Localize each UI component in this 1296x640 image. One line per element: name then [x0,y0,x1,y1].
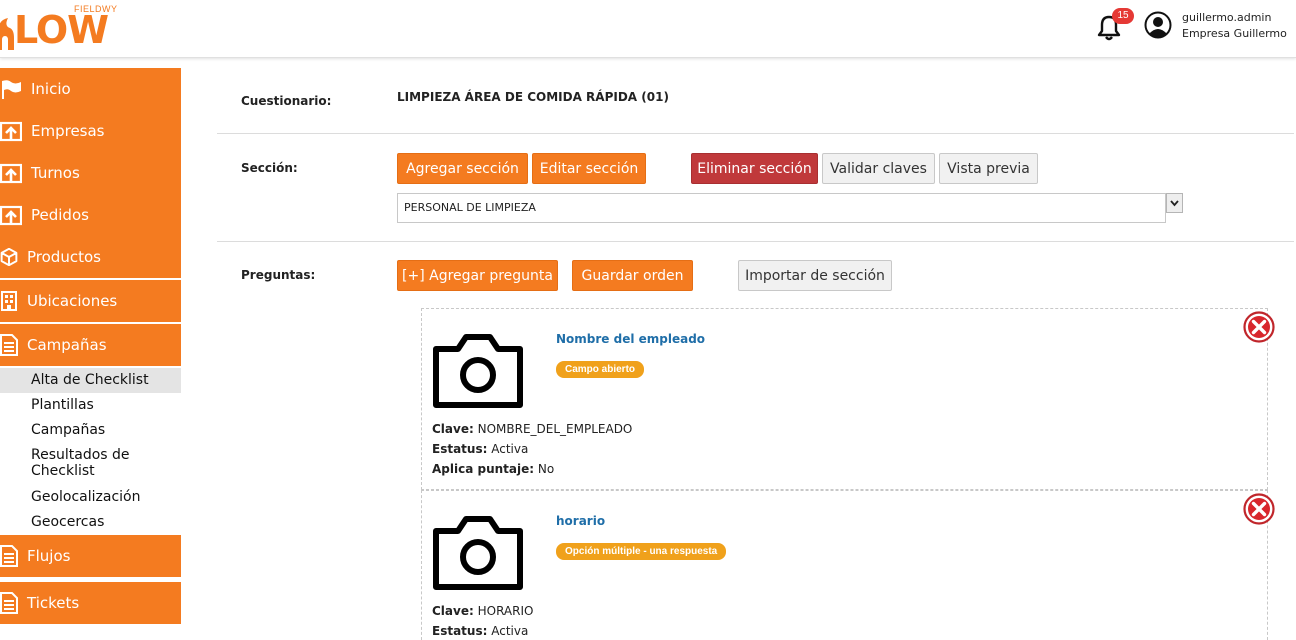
sidebar-item-productos[interactable]: Productos [0,236,181,278]
question-key-line: Clave: HORARIO [432,604,533,618]
sidebar-item-flujos[interactable]: Flujos [0,535,181,577]
question-status-line: Estatus: Activa [432,442,528,456]
status-label: Estatus: [432,442,488,456]
upload-box-icon [0,205,22,226]
upload-box-icon [0,121,22,142]
section-select[interactable]: PERSONAL DE LIMPIEZA [397,193,1166,223]
sidebar-item-inicio[interactable]: Inicio [0,68,181,110]
sidebar-item-label: Empresas [31,122,105,140]
preguntas-label: Preguntas: [241,268,316,282]
divider [217,241,1294,242]
sidebar-item-label: Pedidos [31,206,89,224]
building-icon [1,291,17,311]
camera-icon [433,334,523,408]
sidebar-item-tickets[interactable]: Tickets [0,582,181,624]
key-label: Clave: [432,604,474,618]
key-label: Clave: [432,422,474,436]
key-value: HORARIO [477,604,534,618]
submenu-item-plantillas[interactable]: Plantillas [0,393,181,418]
status-value: Activa [491,624,529,638]
top-header: FIELDWY LOW 15 guillermo.admin Empresa G… [0,0,1296,58]
sidebar-item-pedidos[interactable]: Pedidos [0,194,181,236]
user-name[interactable]: guillermo.admin [1182,11,1271,24]
submenu-item-geocercas[interactable]: Geocercas [0,510,181,535]
question-card[interactable]: horario Opción múltiple - una respuesta … [421,490,1275,640]
key-value: NOMBRE_DEL_EMPLEADO [477,422,633,436]
flag-icon [2,80,21,99]
sidebar-item-label: Flujos [27,547,71,565]
submenu-item-geolocalizacion[interactable]: Geolocalización [0,485,181,510]
sidebar-item-label: Turnos [31,164,80,182]
sidebar-item-label: Campañas [27,336,107,354]
divider [217,133,1294,134]
cuestionario-value: LIMPIEZA ÁREA DE COMIDA RÁPIDA (01) [397,90,669,104]
user-avatar-icon[interactable] [1144,11,1172,39]
camera-icon [433,516,523,590]
sidebar-item-label: Productos [27,248,101,266]
document-icon [0,592,18,614]
sidebar-item-campanas[interactable]: Campañas [0,324,181,366]
save-order-button[interactable]: Guardar orden [572,260,693,291]
score-value: No [537,462,555,476]
sidebar-item-label: Inicio [31,80,71,98]
sidebar-item-label: Ubicaciones [27,292,118,310]
section-select-arrow[interactable] [1166,193,1183,213]
sidebar-item-label: Tickets [27,594,80,612]
sidebar: Inicio Empresas Turnos Pedidos Productos… [0,58,181,632]
document-icon [0,545,18,567]
question-card[interactable]: Nombre del empleado Campo abierto Clave:… [421,308,1275,490]
delete-section-button[interactable]: Eliminar sección [691,153,818,184]
question-title[interactable]: Nombre del empleado [556,332,705,346]
status-value: Activa [491,442,529,456]
add-section-button[interactable]: Agregar sección [397,153,528,184]
add-question-button[interactable]: [+] Agregar pregunta [397,260,558,291]
edit-section-button[interactable]: Editar sección [532,153,646,184]
app-logo[interactable]: FIELDWY LOW [0,2,117,52]
notification-count-badge[interactable]: 15 [1112,8,1134,24]
user-company: Empresa Guillermo [1182,27,1287,40]
sidebar-item-turnos[interactable]: Turnos [0,152,181,194]
question-key-line: Clave: NOMBRE_DEL_EMPLEADO [432,422,632,436]
sidebar-item-empresas[interactable]: Empresas [0,110,181,152]
question-type-badge: Opción múltiple - una respuesta [556,543,727,560]
validate-keys-button[interactable]: Validar claves [822,153,935,184]
submenu-item-alta-de-checklist[interactable]: Alta de Checklist [0,368,181,393]
score-label: Aplica puntaje: [432,462,535,476]
chevron-down-icon [1170,200,1179,207]
delete-question-icon[interactable] [1242,492,1276,526]
upload-box-icon [0,163,22,184]
submenu-item-resultados-de-checklist[interactable]: Resultados de Checklist [0,445,150,485]
logo-text: LOW [14,8,109,52]
sidebar-item-ubicaciones[interactable]: Ubicaciones [0,280,181,322]
status-label: Estatus: [432,624,488,638]
cuestionario-label: Cuestionario: [241,94,332,108]
import-section-button[interactable]: Importar de sección [738,260,892,291]
document-icon [0,334,18,356]
question-title[interactable]: horario [556,514,605,528]
delete-question-icon[interactable] [1242,310,1276,344]
preview-button[interactable]: Vista previa [939,153,1038,184]
question-status-line: Estatus: Activa [432,624,528,638]
question-type-badge: Campo abierto [556,361,645,378]
question-score-line: Aplica puntaje: No [432,462,554,476]
cube-icon [0,248,18,266]
submenu-item-campanas[interactable]: Campañas [0,418,181,443]
seccion-label: Sección: [241,161,298,175]
